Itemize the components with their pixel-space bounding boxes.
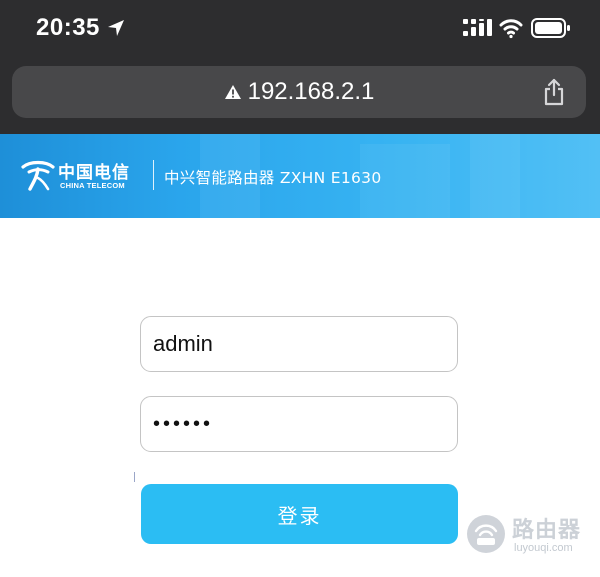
signal-icon <box>463 19 492 36</box>
status-bar: 20:35 <box>0 0 600 58</box>
logo-text-cn: 中国电信 <box>58 163 130 183</box>
address-content: 192.168.2.1 <box>12 66 586 118</box>
browser-chrome: 20:35 192.168.2.1 <box>0 0 600 134</box>
battery-icon <box>531 18 570 38</box>
address-url: 192.168.2.1 <box>247 78 375 105</box>
login-button[interactable]: 登录 <box>141 484 458 544</box>
china-telecom-logo-icon <box>21 160 55 191</box>
watermark: 路由器 luyouqi.com <box>466 510 596 572</box>
username-input[interactable] <box>140 316 458 372</box>
address-bar[interactable]: 192.168.2.1 <box>12 66 586 118</box>
router-watermark-icon <box>467 515 505 553</box>
status-time: 20:35 <box>36 14 100 41</box>
location-arrow-icon <box>108 20 124 36</box>
wifi-icon <box>499 19 523 39</box>
banner-divider <box>153 160 154 190</box>
text-cursor-mark <box>134 472 135 482</box>
router-model-title: 中兴智能路由器 ZXHN E1630 <box>164 169 382 187</box>
password-input[interactable] <box>140 396 458 452</box>
banner-decor <box>470 134 520 218</box>
warning-icon <box>224 85 241 99</box>
router-header-banner: 中国电信 CHINA TELECOM 中兴智能路由器 ZXHN E1630 <box>0 134 600 218</box>
logo-text-en: CHINA TELECOM <box>60 181 125 190</box>
watermark-url: luyouqi.com <box>514 542 573 554</box>
share-icon[interactable] <box>542 78 566 106</box>
watermark-text: 路由器 <box>512 518 582 543</box>
